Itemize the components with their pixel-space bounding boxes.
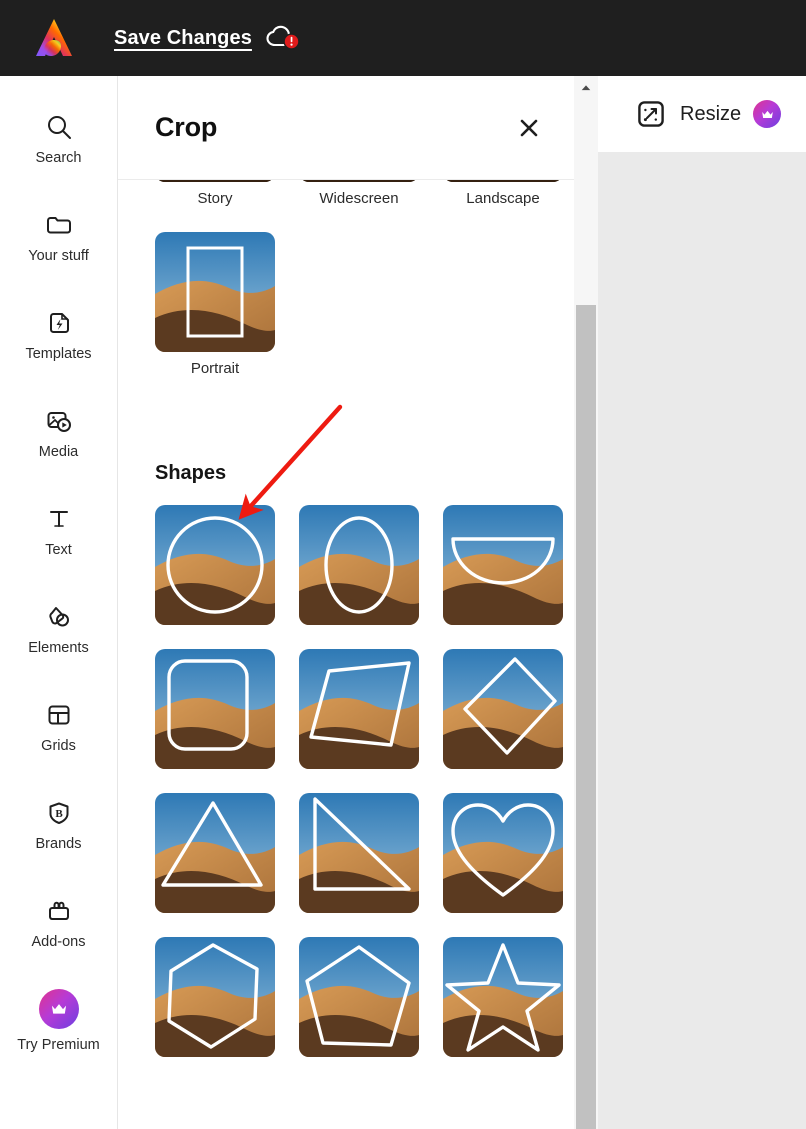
sidebar-item-grids[interactable]: Grids [0,678,118,776]
templates-icon [49,313,69,334]
shapes-heading: Shapes [155,462,227,484]
add-ons-icon [48,902,69,921]
thumbnail-image [299,649,419,769]
shape-option-star[interactable] [443,937,563,1057]
sidebar-item-media[interactable]: Media [0,384,118,482]
thumbnail-image [155,649,275,769]
top-bar: Save Changes [0,0,806,76]
sidebar-item-label: Brands [35,836,82,853]
sidebar-item-label: Search [35,150,82,167]
chevron-up-icon [581,85,591,91]
save-changes-link[interactable]: Save Changes [114,27,252,50]
shape-option-circle[interactable] [155,505,275,625]
shape-option-rounded-rectangle[interactable] [155,649,275,769]
left-sidebar: Search Your stuff Templates Media Text E… [0,76,118,1129]
close-icon [520,119,538,136]
grids-icon [48,705,69,725]
sidebar-item-elements[interactable]: Elements [0,580,118,678]
sidebar-item-label: Grids [41,738,76,755]
thumbnail-image [443,649,563,769]
sidebar-item-label: Elements [28,640,89,657]
close-button[interactable] [512,111,546,145]
crown-icon [38,989,79,1030]
app-root: Save Changes Search Your stuff Templates… [0,0,806,1129]
page-title: Crop [155,112,218,142]
sidebar-item-your-stuff[interactable]: Your stuff [0,188,118,286]
crop-option-portrait[interactable]: Portrait [155,231,275,378]
thumbnail-image [443,793,563,913]
sidebar-item-label: Templates [25,346,92,363]
sidebar-item-search[interactable]: Search [0,90,118,188]
thumbnail-image [443,505,563,625]
elements-icon [48,607,69,627]
thumbnail-image [155,937,275,1057]
sidebar-item-try-premium[interactable]: Try Premium [0,972,118,1070]
sidebar-item-add-ons[interactable]: Add-ons [0,874,118,972]
shape-option-hexagon[interactable] [155,937,275,1057]
thumbnail-image [299,505,419,625]
crop-panel: Story Widescreen Landscape Portrait Shap… [118,76,574,1129]
shape-option-diamond[interactable] [443,649,563,769]
sidebar-item-label: Media [38,444,79,461]
panel-scrollbar[interactable] [574,76,598,1129]
shape-option-heart[interactable] [443,793,563,913]
thumbnail-image [155,231,275,352]
shape-option-pentagon[interactable] [299,937,419,1057]
crop-panel-scroll-area: Story Widescreen Landscape Portrait Shap… [118,76,574,1129]
resize-toolbar: Resize [598,76,806,152]
crown-icon [753,100,782,128]
sidebar-item-label: Your stuff [28,248,89,265]
save-changes-group[interactable]: Save Changes [114,25,300,51]
brands-icon: B [49,802,68,825]
sidebar-item-text[interactable]: Text [0,482,118,580]
media-icon [47,412,71,433]
thumbnail-label: Story [197,190,233,207]
thumbnail-image [155,505,275,625]
crop-panel-header: Crop [118,76,574,180]
scrollbar-thumb[interactable] [576,305,596,1129]
thumbnail-image [299,937,419,1057]
shapes-section: Shapes [118,462,574,1057]
search-icon [47,116,71,140]
folder-icon [46,217,71,234]
cloud-error-icon[interactable] [266,25,300,51]
sidebar-item-templates[interactable]: Templates [0,286,118,384]
sidebar-item-label: Text [45,542,72,559]
sidebar-item-label: Try Premium [17,1037,100,1054]
sidebar-item-brands[interactable]: B Brands [0,776,118,874]
thumbnail-label: Portrait [190,359,240,377]
svg-text:B: B [55,808,63,820]
thumbnail-image [443,937,563,1057]
thumbnail-label: Widescreen [319,190,399,207]
shape-option-parallelogram[interactable] [299,649,419,769]
sidebar-item-label: Add-ons [31,934,86,951]
shapes-grid [118,505,574,1057]
text-icon [49,511,68,528]
resize-icon [638,101,664,127]
adobe-express-logo[interactable] [28,12,80,64]
resize-button-label[interactable]: Resize [680,103,741,126]
thumbnail-label: Landscape [466,190,540,207]
shape-option-triangle[interactable] [155,793,275,913]
shape-option-semicircle[interactable] [443,505,563,625]
thumbnail-image [299,793,419,913]
thumbnail-image [155,793,275,913]
shape-option-ellipse[interactable] [299,505,419,625]
shape-option-right-triangle[interactable] [299,793,419,913]
canvas-area: Resize [598,76,806,1129]
scroll-up-button[interactable] [574,76,598,100]
